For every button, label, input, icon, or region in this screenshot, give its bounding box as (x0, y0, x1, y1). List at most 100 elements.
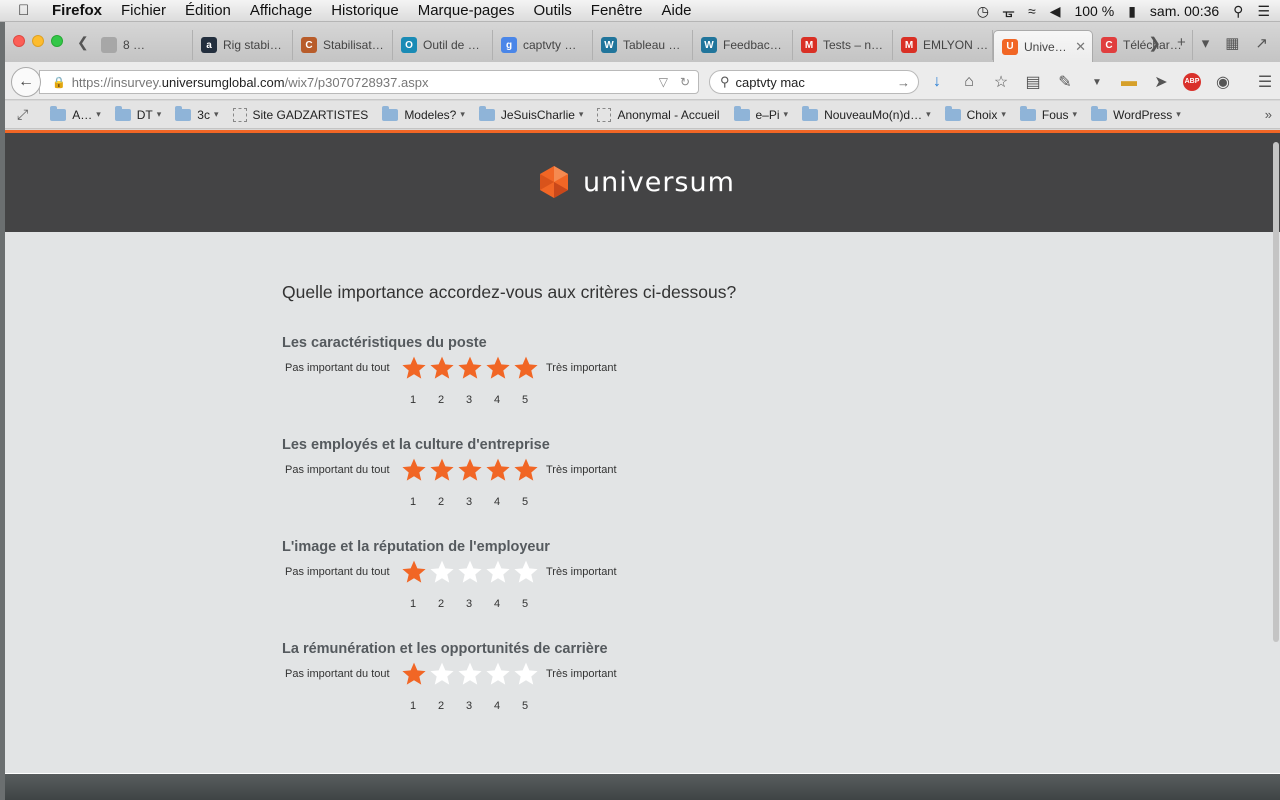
dropdown-caret-icon[interactable]: ▼ (1087, 77, 1107, 88)
star-2-icon[interactable] (428, 456, 456, 484)
browser-tab[interactable]: M EMLYON … (893, 30, 993, 60)
reading-list-icon[interactable]: ▤ (1023, 72, 1043, 92)
folder-icon (114, 105, 131, 121)
bookmark-item[interactable]: DT ▾ (114, 105, 161, 122)
star-3-icon[interactable] (456, 558, 484, 586)
menu-fenetre[interactable]: Fenêtre (591, 2, 643, 19)
window-close-button[interactable] (13, 35, 25, 47)
menu-affichage[interactable]: Affichage (250, 2, 312, 19)
menu-historique[interactable]: Historique (331, 2, 399, 19)
bookmark-item[interactable]: NouveauMo(n)d… ▾ (802, 105, 931, 122)
survey-form: Quelle importance accordez-vous aux crit… (282, 282, 882, 743)
back-button[interactable]: ← (11, 67, 41, 97)
bookmark-item[interactable]: Choix ▾ (944, 105, 1006, 122)
menu-marque-pages[interactable]: Marque-pages (418, 2, 515, 19)
pipette-icon[interactable]: ✎ (1055, 72, 1075, 92)
star-5-icon[interactable] (512, 558, 540, 586)
chat-extension-icon[interactable]: ◉ (1213, 72, 1233, 92)
star-2-icon[interactable] (428, 660, 456, 688)
browser-tab[interactable]: U Unive… ✕ (993, 30, 1093, 62)
browser-tab[interactable]: a Rig stabi… (193, 30, 293, 60)
star-1-icon[interactable] (400, 660, 428, 688)
star-4-icon[interactable] (484, 660, 512, 688)
universum-logo[interactable]: universum (537, 165, 735, 199)
bookmark-item[interactable]: Site GADZARTISTES (232, 107, 368, 122)
menu-outils[interactable]: Outils (533, 2, 571, 19)
menu-aide[interactable]: Aide (662, 2, 692, 19)
browser-tab[interactable]: W Feedbac… (693, 30, 793, 60)
bookmark-item[interactable]: A… ▾ (50, 105, 101, 122)
url-dropdown-icon[interactable]: ▽ (659, 75, 668, 89)
fullscreen-icon[interactable]: ↗ (1255, 34, 1268, 52)
downloads-icon[interactable]: ↓ (927, 73, 947, 91)
scale-number: 3 (465, 496, 473, 508)
star-3-icon[interactable] (456, 354, 484, 382)
star-4-icon[interactable] (484, 354, 512, 382)
window-zoom-button[interactable] (51, 35, 63, 47)
browser-tab[interactable]: 8 … (93, 30, 193, 60)
star-5-icon[interactable] (512, 660, 540, 688)
tab-groups-icon[interactable]: ▦ (1225, 34, 1239, 52)
url-bar[interactable]: 🔒 https://insurvey. universumglobal.com/w… (39, 70, 699, 94)
window-minimize-button[interactable] (32, 35, 44, 47)
browser-tab[interactable]: M Tests – n… (793, 30, 893, 60)
menu-fichier[interactable]: Fichier (121, 2, 166, 19)
bookmark-item[interactable]: e–Pi ▾ (733, 105, 788, 122)
battery-icon[interactable]: ▮ (1128, 3, 1136, 20)
wifi-icon[interactable]: ≈ (1028, 3, 1036, 19)
time-machine-icon[interactable]: ◷ (977, 3, 989, 20)
menu-firefox[interactable]: Firefox (52, 2, 102, 19)
reload-icon[interactable]: ↻ (680, 75, 690, 89)
bookmark-item[interactable]: Fous ▾ (1019, 105, 1077, 122)
tab-close-icon[interactable]: ✕ (1075, 39, 1086, 55)
ruler-extension-icon[interactable]: ▬ (1119, 73, 1139, 91)
tab-list-menu-icon[interactable]: ▾ (1202, 34, 1210, 52)
browser-tab[interactable]: C Stabilisat… (293, 30, 393, 60)
star-4-icon[interactable] (484, 456, 512, 484)
bookmark-item[interactable]: Modeles? ▾ (382, 105, 465, 122)
search-input[interactable]: captvty mac (736, 75, 805, 90)
browser-tab[interactable]: g captvty … (493, 30, 593, 60)
tab-scroll-left-icon[interactable]: ❮ (77, 34, 89, 51)
spotlight-search-icon[interactable]: ⚲ (1233, 3, 1243, 20)
bookmark-item[interactable]: Anonymal - Accueil (597, 107, 720, 122)
bookmarks-expand-icon[interactable]: ⤢ (17, 106, 28, 123)
bookmark-item[interactable]: 3c ▾ (175, 105, 219, 122)
star-2-icon[interactable] (428, 354, 456, 382)
bookmarks-overflow-icon[interactable]: » (1265, 107, 1272, 122)
page-scrollbar[interactable] (1273, 142, 1279, 642)
apple-menu-icon[interactable]:  (18, 2, 38, 19)
bluetooth-icon[interactable]: ᚗ (1003, 3, 1014, 20)
search-go-icon[interactable]: → (897, 75, 910, 90)
star-4-icon[interactable] (484, 558, 512, 586)
star-1-icon[interactable] (400, 456, 428, 484)
tab-label: EMLYON … (923, 38, 989, 52)
menubar-clock[interactable]: sam. 00:36 (1150, 3, 1219, 19)
lock-icon[interactable]: 🔒 (52, 76, 66, 89)
tab-scroll-right-icon[interactable]: ❯ (1148, 34, 1161, 52)
browser-tab[interactable]: W Tableau … (593, 30, 693, 60)
star-1-icon[interactable] (400, 558, 428, 586)
send-icon[interactable]: ➤ (1151, 72, 1171, 92)
adblock-plus-icon[interactable]: ABP (1183, 73, 1201, 91)
notification-center-icon[interactable]: ☰ (1257, 3, 1270, 20)
bookmark-item[interactable]: JeSuisCharlie ▾ (478, 105, 583, 122)
star-1-icon[interactable] (400, 354, 428, 382)
star-2-icon[interactable] (428, 558, 456, 586)
new-tab-icon[interactable]: + (1177, 34, 1186, 52)
firefox-window: ❮ 8 … a Rig stabi… C Stabilisat… O Outil de … g… (5, 22, 1280, 800)
star-5-icon[interactable] (512, 456, 540, 484)
hamburger-menu-icon[interactable]: ☰ (1255, 72, 1275, 92)
folder-icon (1019, 105, 1036, 121)
home-icon[interactable]: ⌂ (959, 73, 979, 91)
bookmark-star-icon[interactable]: ☆ (991, 72, 1011, 92)
volume-icon[interactable]: ◀ (1050, 3, 1061, 20)
browser-tab[interactable]: O Outil de … (393, 30, 493, 60)
battery-percent[interactable]: 100 % (1074, 3, 1114, 19)
search-bar[interactable]: ⚲ captvty mac → (709, 70, 919, 94)
menu-edition[interactable]: Édition (185, 2, 231, 19)
star-5-icon[interactable] (512, 354, 540, 382)
star-3-icon[interactable] (456, 456, 484, 484)
star-3-icon[interactable] (456, 660, 484, 688)
bookmark-item[interactable]: WordPress ▾ (1091, 105, 1181, 122)
